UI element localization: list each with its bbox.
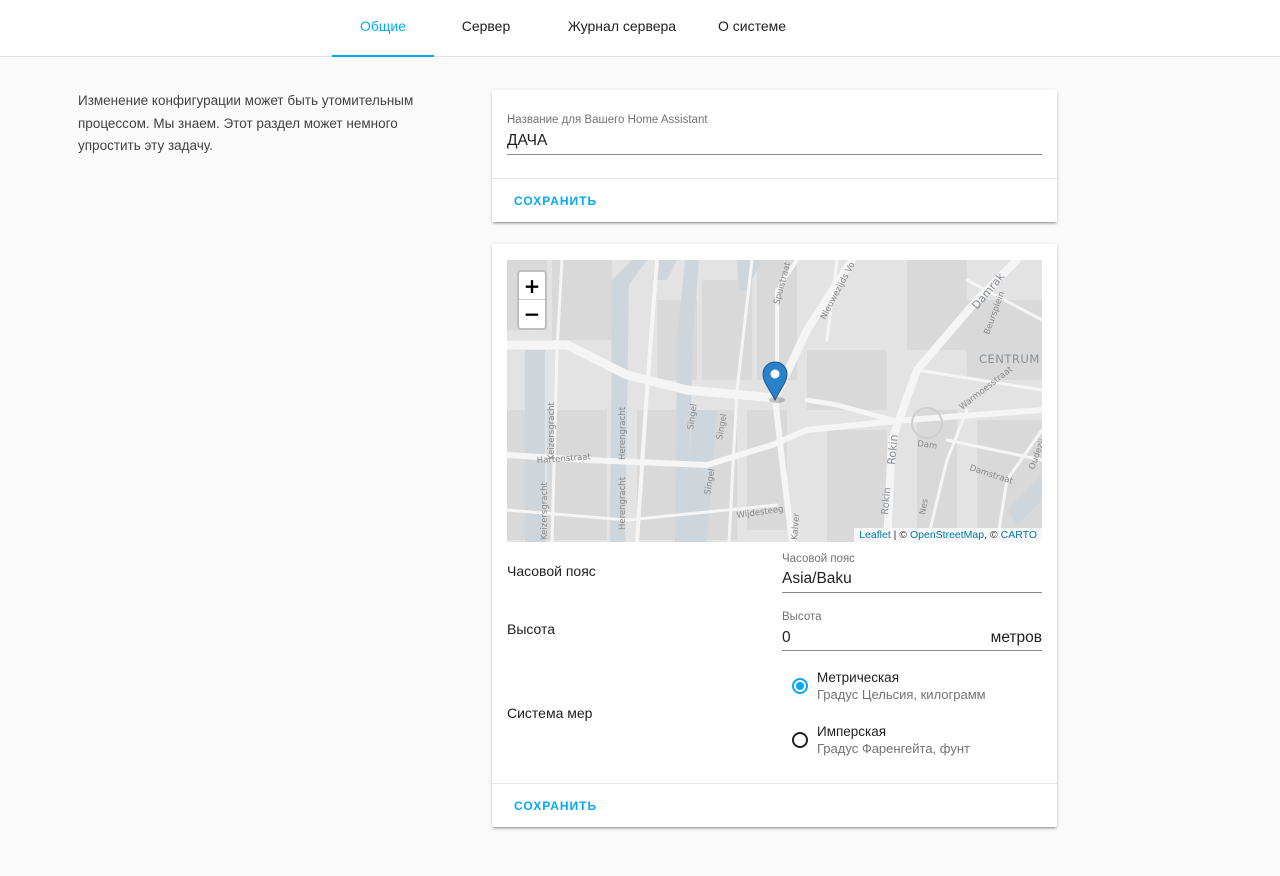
- name-field[interactable]: Название для Вашего Home Assistant ДАЧА: [507, 114, 1042, 155]
- zoom-out-button[interactable]: −: [519, 300, 545, 328]
- tab-server-log-label: Журнал сервера: [567, 17, 677, 34]
- tab-server-label: Сервер: [461, 17, 511, 34]
- radio-metric-circle[interactable]: [792, 678, 808, 694]
- map-label-keizersgracht-1: Keizersgracht: [547, 401, 557, 460]
- leaflet-link[interactable]: Leaflet: [859, 529, 891, 541]
- carto-link[interactable]: CARTO: [1001, 529, 1037, 541]
- elevation-field-label: Высота: [782, 611, 822, 623]
- elevation-unit-suffix: метров: [990, 629, 1042, 646]
- radio-imperial-title: Имперская: [817, 724, 887, 739]
- timezone-field[interactable]: Часовой пояс Asia/Baku: [782, 553, 1042, 593]
- tab-about-label: О системе: [717, 17, 787, 34]
- map-label-rokin: Rokin: [885, 434, 901, 465]
- name-field-value[interactable]: ДАЧА: [507, 132, 547, 150]
- tab-general-label: Общие: [359, 17, 407, 34]
- name-field-label: Название для Вашего Home Assistant: [507, 114, 708, 126]
- location-card-actions: СОХРАНИТЬ: [492, 783, 1057, 827]
- map-label-herengracht-2: Herengracht: [618, 476, 628, 530]
- intro-line-1: Изменение конфигурации может быть утомит…: [78, 93, 414, 108]
- attribution-sep-1: | ©: [890, 529, 910, 541]
- tab-server-log[interactable]: Журнал сервера: [538, 0, 706, 57]
- elevation-row-label: Высота: [507, 621, 556, 637]
- tab-general[interactable]: Общие: [332, 0, 434, 57]
- map-tiles: Hartenstraat Herengracht Herengracht Kei…: [507, 260, 1042, 542]
- intro-line-3: упростить эту задачу.: [78, 138, 213, 153]
- map-attribution: Leaflet | © OpenStreetMap, © CARTO: [854, 528, 1042, 542]
- tab-list: Общие Сервер Журнал сервера О системе: [332, 0, 798, 57]
- unit-system-row-label: Система мер: [507, 705, 593, 721]
- tab-server[interactable]: Сервер: [434, 0, 538, 57]
- radio-imperial[interactable]: Имперская Градус Фаренгейта, фунт: [792, 724, 1042, 760]
- save-location-button[interactable]: СОХРАНИТЬ: [506, 794, 605, 818]
- zoom-in-button[interactable]: +: [519, 272, 545, 300]
- radio-imperial-circle[interactable]: [792, 732, 808, 748]
- location-map[interactable]: Hartenstraat Herengracht Herengracht Kei…: [507, 260, 1042, 542]
- intro-text: Изменение конфигурации может быть утомит…: [78, 90, 438, 158]
- timezone-field-label: Часовой пояс: [782, 553, 855, 565]
- radio-metric-subtitle: Градус Цельсия, килограмм: [817, 687, 986, 702]
- top-tab-bar: Общие Сервер Журнал сервера О системе: [0, 0, 1280, 57]
- elevation-field-value[interactable]: 0: [782, 629, 791, 647]
- name-card-actions: СОХРАНИТЬ: [492, 178, 1057, 222]
- attribution-sep-2: , ©: [984, 529, 1001, 541]
- map-label-keizersgracht-2: Keizersgracht: [540, 481, 550, 540]
- map-label-centrum: CENTRUM: [979, 352, 1040, 366]
- intro-line-2: процессом. Мы знаем. Этот раздел может н…: [78, 115, 398, 131]
- timezone-row-label: Часовой пояс: [507, 563, 596, 579]
- radio-metric[interactable]: Метрическая Градус Цельсия, килограмм: [792, 670, 1042, 706]
- name-card: Название для Вашего Home Assistant ДАЧА …: [492, 90, 1057, 222]
- map-label-herengracht-1: Herengracht: [618, 406, 628, 460]
- save-name-button[interactable]: СОХРАНИТЬ: [506, 189, 605, 213]
- radio-imperial-subtitle: Градус Фаренгейта, фунт: [817, 741, 970, 756]
- map-zoom-control: + −: [517, 270, 547, 330]
- radio-metric-title: Метрическая: [817, 670, 900, 685]
- openstreetmap-link[interactable]: OpenStreetMap: [910, 529, 984, 541]
- elevation-field[interactable]: Высота 0 метров: [782, 611, 1042, 651]
- tab-about[interactable]: О системе: [706, 0, 798, 57]
- location-card: Hartenstraat Herengracht Herengracht Kei…: [492, 244, 1057, 827]
- timezone-field-value[interactable]: Asia/Baku: [782, 570, 852, 588]
